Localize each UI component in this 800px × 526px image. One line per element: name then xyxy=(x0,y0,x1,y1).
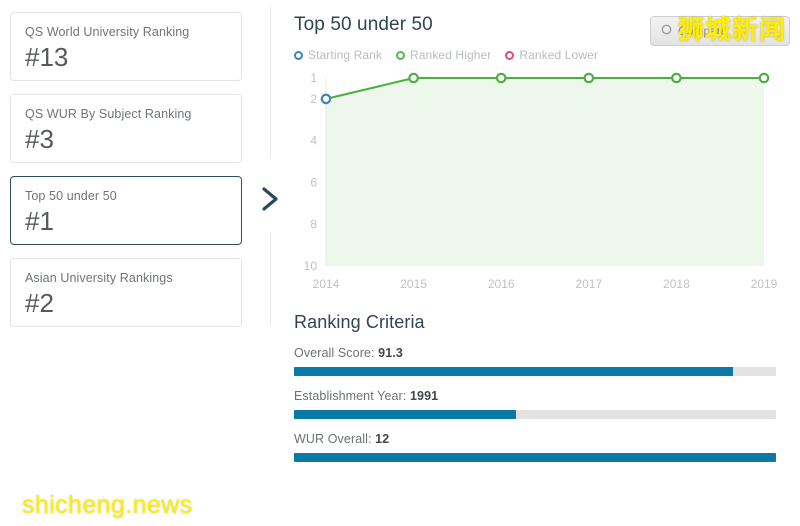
rank-card-qs-wur-by-subject-ranking[interactable]: QS WUR By Subject Ranking #3 xyxy=(10,94,242,163)
criteria-title: Ranking Criteria xyxy=(294,312,425,332)
rank-card-value: #3 xyxy=(25,124,54,154)
chart-data-point[interactable] xyxy=(671,72,682,84)
chart-panel: Top 50 under 50 Starting Rank Ranked Hig… xyxy=(252,0,800,526)
legend-label: Starting Rank xyxy=(308,48,383,62)
criteria-value: 12 xyxy=(375,432,390,446)
criteria-label: WUR Overall: 12 xyxy=(294,432,776,446)
criteria-label-text: WUR Overall: xyxy=(294,432,372,446)
criteria-label-text: Establishment Year: xyxy=(294,389,407,403)
criteria-row-wur-overall: WUR Overall: 12 xyxy=(294,432,776,462)
x-axis-tick-label: 2014 xyxy=(313,277,340,291)
legend-item-ranked-higher[interactable]: Ranked Higher xyxy=(396,48,491,62)
legend-label: Ranked Higher xyxy=(410,48,492,62)
chart-canvas: 1 2 4 6 8 10 2014 2015 2016 2017 2018 2019 xyxy=(304,71,778,291)
criteria-progress-track xyxy=(294,453,776,462)
y-axis-tick-label: 2 xyxy=(310,92,317,106)
compare-button-label: Compare xyxy=(678,24,728,38)
y-axis-tick-label: 8 xyxy=(310,217,317,231)
x-axis-tick-label: 2016 xyxy=(488,277,515,291)
y-axis-tick-label: 1 xyxy=(310,71,317,85)
legend-item-ranked-lower[interactable]: Ranked Lower xyxy=(505,48,598,62)
rank-card-label: Asian University Rankings xyxy=(25,271,173,285)
ranking-criteria-section: Ranking Criteria Overall Score: 91.3 Est… xyxy=(294,312,776,462)
chart-data-point[interactable] xyxy=(495,72,507,84)
criteria-label-text: Overall Score: xyxy=(294,346,375,360)
x-axis-tick-label: 2019 xyxy=(751,277,778,291)
chart-area-fill xyxy=(326,78,764,266)
criteria-value: 1991 xyxy=(409,389,439,403)
criteria-progress-fill xyxy=(294,453,776,462)
chart-data-point[interactable] xyxy=(408,72,419,84)
criteria-progress-fill xyxy=(294,410,516,419)
chart-legend: Starting Rank Ranked Higher Ranked Lower xyxy=(294,48,800,62)
rank-card-asian-university-rankings[interactable]: Asian University Rankings #2 xyxy=(10,258,242,327)
criteria-value: 91.3 xyxy=(378,346,403,360)
rank-card-label: QS WUR By Subject Ranking xyxy=(25,107,192,121)
y-axis-tick-label: 10 xyxy=(304,259,318,273)
chart-data-point[interactable] xyxy=(320,93,332,105)
criteria-progress-track xyxy=(294,410,776,419)
x-axis-tick-label: 2015 xyxy=(400,277,427,291)
compare-button[interactable]: Compare xyxy=(650,16,790,46)
legend-label: Ranked Lower xyxy=(519,48,598,62)
legend-dot-starting-rank xyxy=(294,50,303,60)
rank-card-label: QS World University Ranking xyxy=(25,25,190,39)
y-axis-tick-label: 4 xyxy=(310,134,317,148)
rank-card-label: Top 50 under 50 xyxy=(25,189,117,203)
rank-card-value: #1 xyxy=(25,206,54,236)
rank-card-qs-world-university-ranking[interactable]: QS World University Ranking #13 xyxy=(10,12,242,81)
criteria-progress-fill xyxy=(294,367,733,376)
criteria-label: Establishment Year: 1991 xyxy=(294,389,776,403)
rank-card-value: #2 xyxy=(25,288,54,318)
legend-dot-ranked-lower xyxy=(505,50,515,60)
rank-card-value: #13 xyxy=(25,42,69,72)
rankings-sidebar: QS World University Ranking #13 QS WUR B… xyxy=(0,0,252,526)
criteria-row-establishment-year: Establishment Year: 1991 xyxy=(294,389,776,419)
rank-card-top-50-under-50[interactable]: Top 50 under 50 #1 xyxy=(10,176,242,245)
x-axis-tick-label: 2017 xyxy=(575,277,602,291)
rank-trend-chart: 1 2 4 6 8 10 2014 2015 2016 2017 2018 2019 xyxy=(294,68,784,298)
x-axis-tick-label: 2018 xyxy=(663,277,690,291)
legend-item-starting-rank[interactable]: Starting Rank xyxy=(294,48,382,62)
compare-icon xyxy=(661,22,672,40)
criteria-label: Overall Score: 91.3 xyxy=(294,346,776,360)
chart-data-point[interactable] xyxy=(758,72,770,84)
legend-dot-ranked-higher xyxy=(396,50,406,60)
criteria-row-overall-score: Overall Score: 91.3 xyxy=(294,346,776,376)
y-axis-tick-label: 6 xyxy=(310,175,317,189)
criteria-progress-track xyxy=(294,367,776,376)
rankings-panel: QS World University Ranking #13 QS WUR B… xyxy=(0,0,800,526)
chart-data-point[interactable] xyxy=(583,72,595,84)
